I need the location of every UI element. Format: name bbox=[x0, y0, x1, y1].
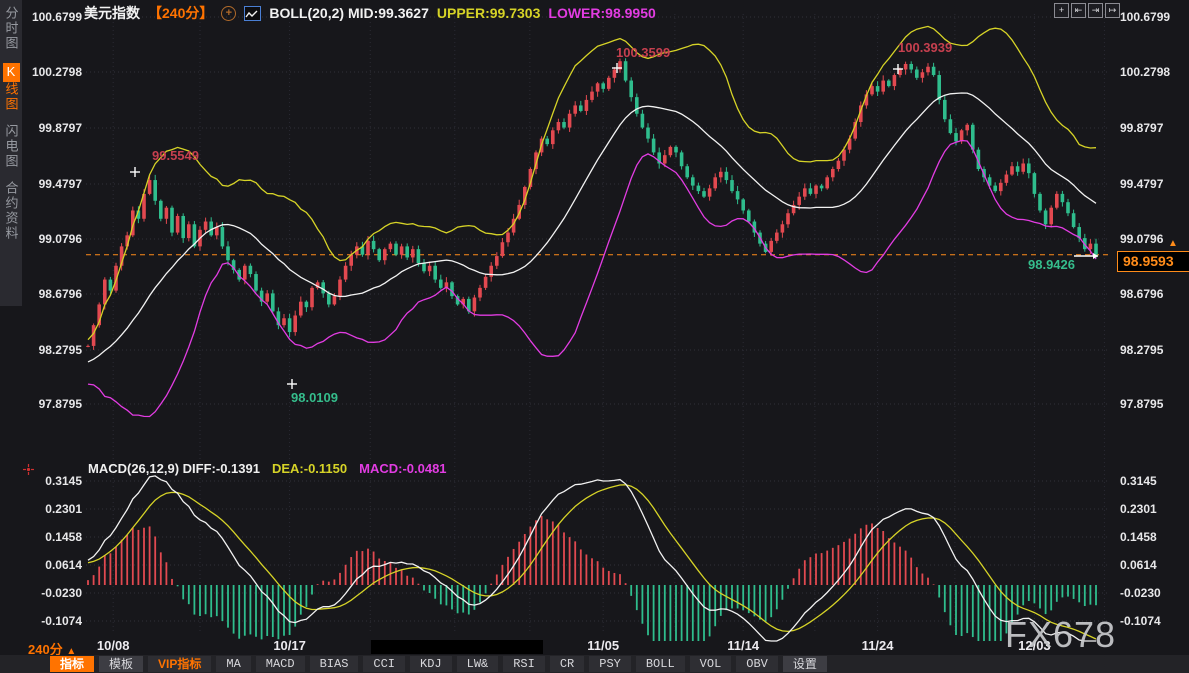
swing-price-annotation: 99.5549 bbox=[152, 148, 199, 163]
date-axis-label: 11/24 bbox=[862, 638, 894, 653]
price-axis-label-left: 99.0796 bbox=[30, 232, 82, 246]
macd-hist-value: MACD:-0.0481 bbox=[359, 461, 446, 476]
macd-params-label: MACD(26,12,9) DIFF:-0.1391 bbox=[88, 461, 260, 476]
date-axis-label: 11/14 bbox=[727, 638, 759, 653]
sidebar-tab-contract-info[interactable]: 合约资料 bbox=[4, 181, 19, 241]
boll-upper-value: UPPER:99.7303 bbox=[437, 5, 541, 21]
scale-right-tool-icon[interactable]: ⇥ bbox=[1088, 3, 1103, 18]
indicator-button-OBV[interactable]: OBV bbox=[736, 656, 778, 672]
macd-settings-icon[interactable] bbox=[23, 462, 34, 473]
date-axis-label: 11/05 bbox=[587, 638, 619, 653]
indicator-chart-icon[interactable] bbox=[244, 6, 261, 21]
macd-axis-label-right: 0.1458 bbox=[1120, 530, 1172, 544]
price-axis-label-right: 97.8795 bbox=[1120, 397, 1172, 411]
price-axis-label-right: 98.6796 bbox=[1120, 287, 1172, 301]
swing-price-annotation: 98.9426 bbox=[1028, 257, 1075, 272]
boll-lower-value: LOWER:98.9950 bbox=[548, 5, 655, 21]
zoom-plus-icon[interactable]: + bbox=[221, 6, 236, 21]
chart-header: 美元指数【240分】 + BOLL(20,2) MID:99.3627 UPPE… bbox=[84, 3, 656, 23]
price-axis-label-right: 99.4797 bbox=[1120, 177, 1172, 191]
price-axis-label-left: 99.8797 bbox=[30, 121, 82, 135]
price-axis-label-right: 100.6799 bbox=[1120, 10, 1172, 24]
macd-axis-label-left: 0.3145 bbox=[30, 474, 82, 488]
date-axis-label: 10/08 bbox=[97, 638, 130, 653]
swing-price-annotation: 98.0109 bbox=[291, 390, 338, 405]
price-axis-label-left: 100.2798 bbox=[30, 65, 82, 79]
price-axis-label-right: 98.2795 bbox=[1120, 343, 1172, 357]
indicator-button-模板[interactable]: 模板 bbox=[99, 656, 143, 672]
indicator-button-VOL[interactable]: VOL bbox=[690, 656, 732, 672]
fx678-watermark: FX678 bbox=[1005, 614, 1116, 656]
scale-left-tool-icon[interactable]: ⇤ bbox=[1071, 3, 1086, 18]
indicator-button-设置[interactable]: 设置 bbox=[783, 656, 827, 672]
price-axis-label-right: 100.2798 bbox=[1120, 65, 1172, 79]
indicator-button-VIP指标[interactable]: VIP指标 bbox=[148, 656, 211, 672]
price-axis-label-left: 98.2795 bbox=[30, 343, 82, 357]
kline-tab-tail: 线图 bbox=[4, 82, 19, 112]
price-up-arrow-icon: ▲ bbox=[1168, 239, 1178, 249]
indicator-button-LW&[interactable]: LW& bbox=[457, 656, 499, 672]
price-axis-label-right: 99.8797 bbox=[1120, 121, 1172, 135]
price-axis-label-left: 97.8795 bbox=[30, 397, 82, 411]
kline-tab-head: K bbox=[3, 63, 20, 82]
macd-dea-value: DEA:-0.1150 bbox=[272, 461, 347, 476]
macd-axis-label-left: 0.0614 bbox=[30, 558, 82, 572]
indicator-button-BIAS[interactable]: BIAS bbox=[310, 656, 359, 672]
sidebar-tab-time-chart[interactable]: 分时图 bbox=[4, 6, 19, 51]
macd-axis-label-right: -0.1074 bbox=[1120, 614, 1172, 628]
macd-axis-label-right: 0.0614 bbox=[1120, 558, 1172, 572]
chart-application-window: 分时图 K线图 闪电图 合约资料 美元指数【240分】 + BOLL(20,2)… bbox=[0, 0, 1189, 673]
price-axis-label-left: 100.6799 bbox=[30, 10, 82, 24]
indicator-button-MACD[interactable]: MACD bbox=[256, 656, 305, 672]
macd-axis-label-left: 0.1458 bbox=[30, 530, 82, 544]
price-axis-label-left: 98.6796 bbox=[30, 287, 82, 301]
macd-axis-label-right: 0.2301 bbox=[1120, 502, 1172, 516]
price-axis-label-right: 99.0796 bbox=[1120, 232, 1172, 246]
swing-price-annotation: 100.3599 bbox=[616, 45, 670, 60]
symbol-name: 美元指数 bbox=[84, 3, 140, 23]
macd-header: MACD(26,12,9) DIFF:-0.1391 DEA:-0.1150 M… bbox=[88, 461, 447, 476]
price-axis-label-left: 99.4797 bbox=[30, 177, 82, 191]
swing-price-annotation: 100.3939 bbox=[898, 40, 952, 55]
timeframe-label: 【240分】 bbox=[148, 3, 213, 23]
indicator-toolbar: 指标模板 VIP指标 MA MACD BIASCCI KDJ LW&RSI CR PSY BOLL… bbox=[0, 655, 1189, 673]
indicator-button-CCI[interactable]: CCI bbox=[363, 656, 405, 672]
candlestick-chart-canvas[interactable] bbox=[0, 0, 1189, 673]
crosshair-tool-icon[interactable]: + bbox=[1054, 3, 1069, 18]
macd-axis-label-left: 0.2301 bbox=[30, 502, 82, 516]
boll-label: BOLL(20,2) MID:99.3627 bbox=[269, 5, 429, 21]
chart-tool-buttons: + ⇤ ⇥ ↦ bbox=[1054, 3, 1120, 18]
indicator-button-MA[interactable]: MA bbox=[216, 656, 250, 672]
date-axis-label: 10/17 bbox=[273, 638, 306, 653]
indicator-button-RSI[interactable]: RSI bbox=[503, 656, 545, 672]
shift-right-tool-icon[interactable]: ↦ bbox=[1105, 3, 1120, 18]
redaction-box bbox=[371, 640, 543, 654]
chart-type-sidebar: 分时图 K线图 闪电图 合约资料 bbox=[0, 0, 22, 306]
sidebar-tab-kline-chart[interactable]: K线图 bbox=[4, 63, 19, 112]
indicator-button-CR[interactable]: CR bbox=[550, 656, 584, 672]
indicator-button-BOLL[interactable]: BOLL bbox=[636, 656, 685, 672]
macd-axis-label-right: 0.3145 bbox=[1120, 474, 1172, 488]
macd-axis-label-left: -0.1074 bbox=[30, 614, 82, 628]
indicator-button-PSY[interactable]: PSY bbox=[589, 656, 631, 672]
macd-axis-label-left: -0.0230 bbox=[30, 586, 82, 600]
sidebar-tab-flash-chart[interactable]: 闪电图 bbox=[4, 124, 19, 169]
last-price-box: 98.9593 bbox=[1117, 251, 1189, 272]
indicator-button-指标[interactable]: 指标 bbox=[50, 656, 94, 672]
macd-axis-label-right: -0.0230 bbox=[1120, 586, 1172, 600]
indicator-button-KDJ[interactable]: KDJ bbox=[410, 656, 452, 672]
